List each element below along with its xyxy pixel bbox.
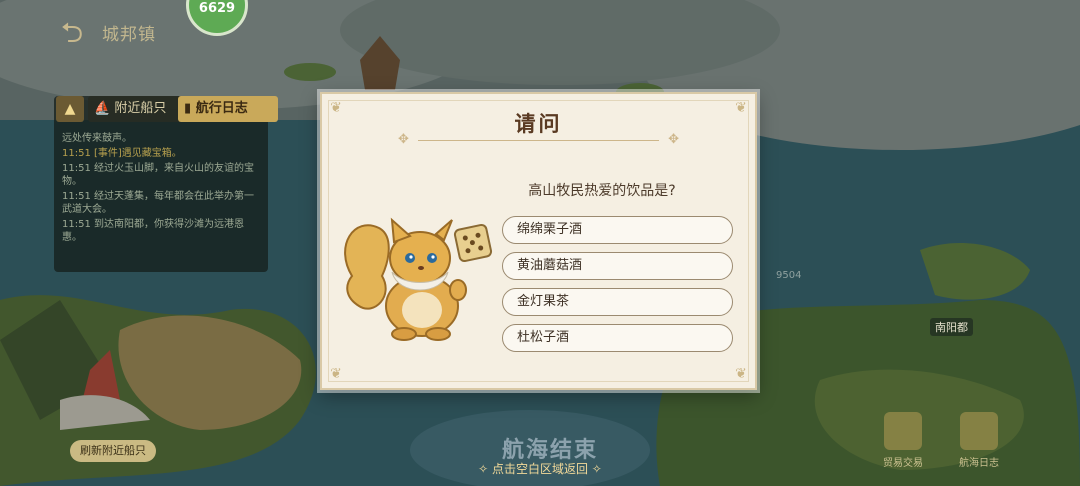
ship-count-label: 9504 bbox=[776, 270, 802, 281]
open-book-icon bbox=[960, 412, 998, 450]
answer-option-3[interactable]: 金灯果茶 bbox=[502, 288, 733, 316]
log-entry: 11:51 到达南阳都，你获得沙滩为远港恩惠。 bbox=[62, 219, 244, 243]
location-title: 城邦镇 bbox=[102, 25, 156, 45]
dialog-title: 请问 bbox=[514, 112, 563, 136]
avatar-number: 6629 bbox=[198, 1, 236, 16]
refresh-nearby-ships-button[interactable]: 刷新附近船只 bbox=[70, 440, 156, 462]
collapse-chevron-icon[interactable]: ▲ bbox=[56, 96, 84, 122]
trade-button[interactable]: 贸易交易 bbox=[874, 412, 932, 470]
answer-option-2[interactable]: 黄油蘑菇酒 bbox=[502, 252, 733, 280]
dice-icon bbox=[452, 222, 494, 264]
scale-icon bbox=[884, 412, 922, 450]
divider-ornament-icon: ✥ bbox=[398, 132, 409, 147]
tab-journal-label: 航行日志 bbox=[195, 101, 248, 116]
log-entry: 远处传来鼓声。 bbox=[62, 133, 132, 144]
corner-ornament-icon: ❦ bbox=[330, 366, 342, 382]
log-entries: 远处传来鼓声。 11:51 [事件]遇见藏宝箱。 11:51 经过火玉山脚，来自… bbox=[62, 132, 262, 246]
quiz-question: 高山牧民热爱的饮品是? bbox=[528, 183, 676, 199]
corner-ornament-icon: ❦ bbox=[735, 366, 747, 382]
tab-nearby-label: 附近船只 bbox=[114, 101, 167, 116]
ship-icon: ⛵ bbox=[94, 101, 111, 116]
tab-nearby-ships[interactable]: ⛵ 附近船只 bbox=[88, 96, 186, 122]
log-book-button-label: 航海日志 bbox=[959, 458, 999, 469]
answer-option-4[interactable]: 杜松子酒 bbox=[502, 324, 733, 352]
tab-voyage-journal[interactable]: ▮ 航行日志 bbox=[178, 96, 278, 122]
book-icon: ▮ bbox=[184, 101, 192, 116]
log-entry: 11:51 经过天蓬集，每年都会在此举办第一武道大会。 bbox=[62, 191, 254, 215]
game-screen[interactable]: ⮌ 城邦镇 6629 ▲ ⛵ 附近船只 ▮ 航行日志 远处传来鼓声。 11:51… bbox=[0, 0, 1080, 486]
tap-to-return-hint: ✧ 点击空白区域返回 ✧ bbox=[478, 462, 602, 476]
answer-option-1[interactable]: 绵绵栗子酒 bbox=[502, 216, 733, 244]
quiz-dialog: ❦ ❦ ❦ ❦ 请问 ✥ ✥ 高山牧民热爱的饮品是? 绵绵栗子酒 黄油蘑菇酒 金… bbox=[320, 92, 757, 390]
log-book-button[interactable]: 航海日志 bbox=[950, 412, 1008, 470]
log-entry: 11:51 [事件]遇见藏宝箱。 bbox=[62, 148, 182, 159]
city-label[interactable]: 南阳都 bbox=[930, 318, 973, 336]
trade-button-label: 贸易交易 bbox=[883, 458, 923, 469]
title-divider bbox=[418, 140, 659, 141]
back-arrow-icon[interactable]: ⮌ bbox=[52, 18, 92, 48]
divider-ornament-icon: ✥ bbox=[668, 132, 679, 147]
log-entry: 11:51 经过火玉山脚，来自火山的友谊的宝物。 bbox=[62, 163, 254, 187]
